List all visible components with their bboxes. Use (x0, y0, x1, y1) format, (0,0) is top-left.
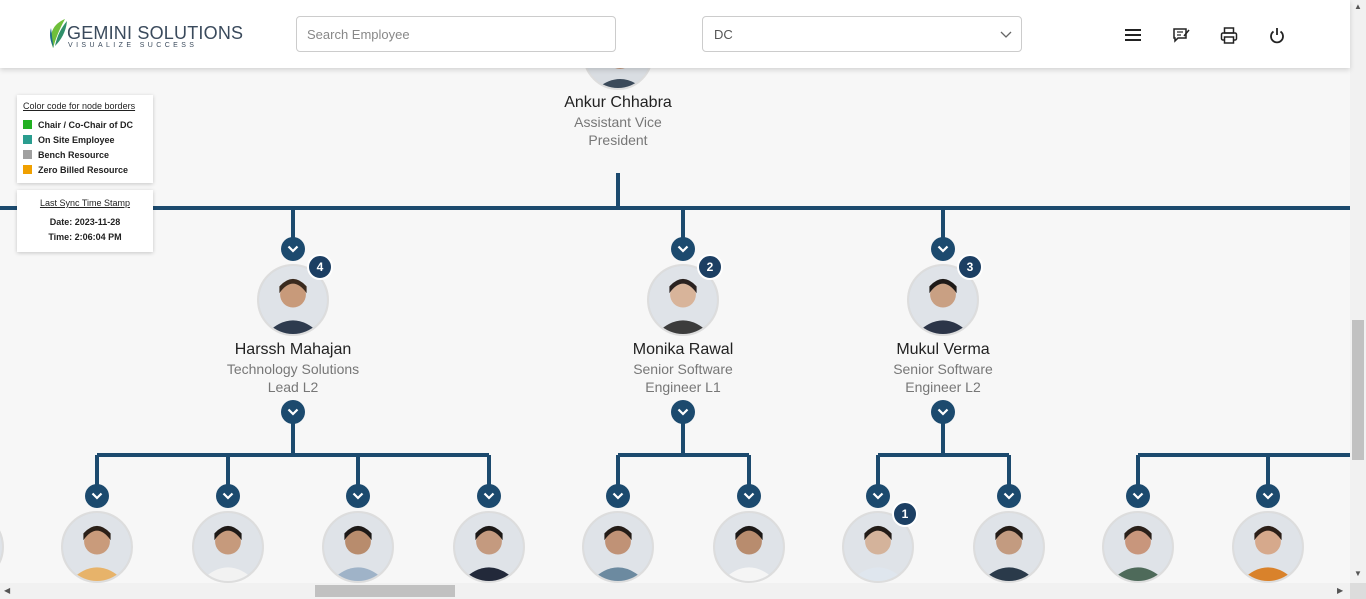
expand-toggle-button[interactable] (737, 484, 761, 508)
employee-role: Technology Solutions Lead L2 (226, 361, 360, 395)
chevron-down-icon (1000, 31, 1012, 38)
report-count-badge: 3 (957, 254, 983, 280)
department-select-value: DC (714, 27, 733, 42)
expand-toggle-button[interactable] (1256, 484, 1280, 508)
top-employee-role: Assistant Vice President (574, 114, 662, 148)
org-chart-canvas[interactable]: Ankur Chhabra Assistant Vice President 4… (0, 0, 1350, 583)
legend-item: Zero Billed Resource (23, 162, 153, 177)
department-select[interactable]: DC (702, 16, 1022, 52)
expand-toggle-button[interactable] (216, 484, 240, 508)
menu-icon (1125, 29, 1141, 41)
expand-toggle-button[interactable] (997, 484, 1021, 508)
employee-name[interactable]: Harssh Mahajan (235, 341, 352, 359)
expand-toggle-button[interactable] (85, 484, 109, 508)
legend-title: Color code for node borders (23, 101, 136, 111)
legend-swatch (23, 165, 32, 174)
power-icon (1270, 27, 1284, 43)
report-count-badge: 4 (307, 254, 333, 280)
sync-date: Date: 2023-11-28 (49, 217, 121, 227)
scroll-left-icon[interactable]: ◀ (4, 587, 10, 595)
vertical-scrollbar[interactable]: ▲ ▼ (1350, 0, 1366, 583)
sync-time: Time: 2:06:04 PM (48, 232, 122, 242)
expand-toggle-button[interactable] (281, 400, 305, 424)
expand-toggle-button[interactable] (931, 237, 955, 261)
employee-role: Senior Software Engineer L2 (893, 361, 993, 395)
employee-avatar[interactable] (61, 511, 133, 583)
legend-item-label: Chair / Co-Chair of DC (38, 119, 134, 130)
expand-toggle-button[interactable] (606, 484, 630, 508)
border-color-legend: Color code for node borders Chair / Co-C… (17, 95, 153, 183)
employee-avatar[interactable] (453, 511, 525, 583)
expand-toggle-button[interactable] (671, 400, 695, 424)
legend-swatch (23, 120, 32, 129)
logo-tagline: VISUALIZE SUCCESS (68, 42, 198, 49)
expand-toggle-button[interactable] (281, 237, 305, 261)
employee-avatar[interactable] (1102, 511, 1174, 583)
report-count-badge: 2 (697, 254, 723, 280)
employee-avatar[interactable] (1232, 511, 1304, 583)
top-employee-name[interactable]: Ankur Chhabra (564, 94, 672, 112)
logo-title: GEMINI SOLUTIONS (67, 23, 244, 43)
employee-name[interactable]: Mukul Verma (896, 341, 989, 359)
scrollbar-corner (1350, 583, 1366, 599)
sync-title: Last Sync Time Stamp (39, 198, 131, 208)
expand-toggle-button[interactable] (671, 237, 695, 261)
expand-toggle-button[interactable] (931, 400, 955, 424)
legend-item-label: Bench Resource (38, 149, 110, 160)
menu-button[interactable] (1122, 24, 1144, 46)
feedback-button[interactable] (1170, 24, 1192, 46)
print-icon (1220, 26, 1238, 44)
search-employee-input[interactable] (296, 16, 616, 52)
employee-avatar[interactable] (973, 511, 1045, 583)
company-logo[interactable]: GEMINI SOLUTIONS VISUALIZE SUCCESS (47, 18, 243, 52)
feedback-icon (1173, 28, 1190, 43)
legend-item-label: On Site Employee (38, 134, 115, 145)
expand-toggle-button[interactable] (866, 484, 890, 508)
scroll-right-icon[interactable]: ▶ (1337, 587, 1343, 595)
legend-swatch (23, 150, 32, 159)
print-button[interactable] (1218, 24, 1240, 46)
employee-avatar[interactable] (192, 511, 264, 583)
logo-leaf-icon (50, 19, 67, 48)
app-header: GEMINI SOLUTIONS VISUALIZE SUCCESS DC (0, 0, 1350, 68)
legend-item: Chair / Co-Chair of DC (23, 117, 153, 132)
legend-item-label: Zero Billed Resource (38, 164, 129, 175)
sync-timestamp-panel: Last Sync Time Stamp Date: 2023-11-28 Ti… (17, 190, 153, 252)
expand-toggle-button[interactable] (346, 484, 370, 508)
legend-item: Bench Resource (23, 147, 153, 162)
report-count-badge: 1 (892, 501, 918, 527)
employee-role: Senior Software Engineer L1 (633, 361, 733, 395)
legend-item: On Site Employee (23, 132, 153, 147)
scroll-down-icon[interactable]: ▼ (1354, 570, 1362, 578)
expand-toggle-button[interactable] (1126, 484, 1150, 508)
employee-avatar[interactable] (582, 511, 654, 583)
logout-button[interactable] (1266, 24, 1288, 46)
employee-avatar[interactable] (322, 511, 394, 583)
employee-avatar[interactable] (713, 511, 785, 583)
horizontal-scrollbar[interactable]: ◀ ▶ (0, 583, 1350, 599)
legend-swatch (23, 135, 32, 144)
scroll-up-icon[interactable]: ▲ (1354, 3, 1362, 11)
employee-name[interactable]: Monika Rawal (633, 341, 733, 359)
expand-toggle-button[interactable] (477, 484, 501, 508)
vertical-scroll-thumb[interactable] (1352, 320, 1364, 460)
horizontal-scroll-thumb[interactable] (315, 585, 455, 597)
